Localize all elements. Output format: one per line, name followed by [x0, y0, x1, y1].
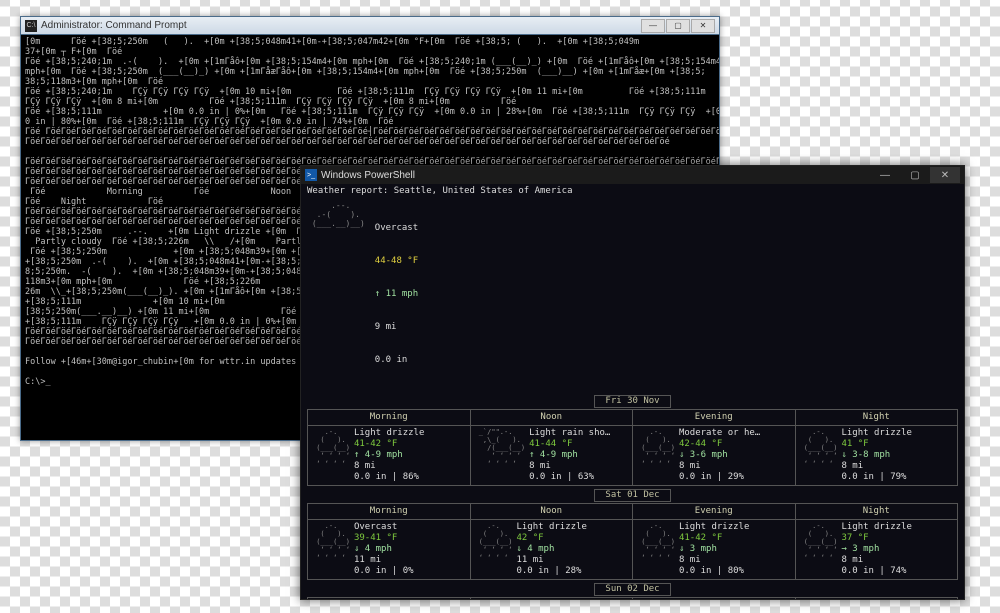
close-button[interactable]: ✕	[930, 167, 960, 183]
maximize-button[interactable]: ▢	[900, 167, 930, 183]
slot-header: Morning	[308, 504, 471, 520]
weather-icon: .-. ( ). (___(__) ‘ ‘ ‘ ‘ ‘ ‘ ‘ ‘	[637, 428, 675, 483]
ps-title-text: Windows PowerShell	[321, 170, 415, 181]
current-visibility: 9 mi	[375, 322, 418, 333]
weather-icon: .-. ( ). (___(__) ‘ ‘ ‘ ‘ ‘ ‘ ‘ ‘	[475, 522, 513, 577]
cloud-icon: .--. .-( ). (___.__)__)	[307, 201, 365, 388]
slot-visibility: 8 mi	[841, 461, 911, 472]
slot-precip: 0.0 in | 28%	[516, 566, 586, 577]
forecast-cell: _`/"".-. ,\_( ). /(___(__) ‘ ‘ ‘ ‘ ‘ ‘ ‘…	[470, 426, 633, 486]
slot-header: Evening	[633, 410, 796, 426]
slot-condition: Moderate or he…	[679, 428, 760, 439]
slot-temp: 39-41 °F	[354, 533, 414, 544]
day-date: Fri 30 Nov	[307, 395, 958, 408]
slot-header: Night	[795, 504, 958, 520]
slot-header: Night	[795, 410, 958, 426]
current-condition: Overcast	[375, 223, 418, 234]
current-precip: 0.0 in	[375, 355, 418, 366]
slot-header: Evening	[633, 598, 796, 600]
weather-icon: .-. ( ). (___(__) ‘ ‘ ‘ ‘ ‘ ‘ ‘ ‘	[800, 522, 838, 577]
slot-precip: 0.0 in | 29%	[679, 472, 760, 483]
slot-condition: Light drizzle	[354, 428, 424, 439]
minimize-button[interactable]: ―	[870, 167, 900, 183]
slot-precip: 0.0 in | 80%	[679, 566, 749, 577]
current-temp: 44-48 °F	[375, 256, 418, 267]
ps-output[interactable]: Weather report: Seattle, United States o…	[301, 184, 964, 599]
slot-visibility: 11 mi	[354, 555, 414, 566]
forecast-table: MorningNoonEveningNight .-. ( ). (___(__…	[307, 597, 958, 599]
powershell-window: >_ Windows PowerShell ― ▢ ✕ Weather repo…	[300, 165, 965, 600]
day-date: Sun 02 Dec	[307, 583, 958, 596]
slot-header: Noon	[470, 410, 633, 426]
day-block: Sat 01 DecMorningNoonEveningNight .-. ( …	[307, 489, 958, 580]
weather-icon: .-. ( ). (___(__) ‘ ‘ ‘ ‘ ‘ ‘ ‘ ‘	[312, 428, 350, 483]
cmd-titlebar[interactable]: C:\ Administrator: Command Prompt ― ▢ ✕	[21, 17, 719, 35]
slot-header: Noon	[470, 598, 633, 600]
slot-wind: ↑ 4-9 mph	[529, 450, 610, 461]
slot-condition: Light drizzle	[679, 522, 749, 533]
forecast-cell: .-. ( ). (___(__) ‘ ‘ ‘ ‘ ‘ ‘ ‘ ‘Light d…	[795, 520, 958, 580]
slot-condition: Light drizzle	[841, 428, 911, 439]
slot-temp: 42-44 °F	[679, 439, 760, 450]
slot-wind: ⇓ 4 mph	[354, 544, 414, 555]
forecast-cell: .-. ( ). (___(__) ‘ ‘ ‘ ‘ ‘ ‘ ‘ ‘ Light d…	[633, 520, 796, 580]
forecast-table: MorningNoonEveningNight .-. ( ). (___(__…	[307, 409, 958, 486]
maximize-button[interactable]: ▢	[666, 19, 690, 33]
slot-condition: Light drizzle	[841, 522, 911, 533]
weather-icon: .-. ( ). (___(__) ‘ ‘ ‘ ‘ ‘ ‘ ‘ ‘	[800, 428, 838, 483]
slot-visibility: 8 mi	[529, 461, 610, 472]
slot-precip: 0.0 in | 63%	[529, 472, 610, 483]
slot-temp: 41-42 °F	[679, 533, 749, 544]
ps-titlebar[interactable]: >_ Windows PowerShell ― ▢ ✕	[301, 166, 964, 184]
slot-wind: ↑ 4-9 mph	[354, 450, 424, 461]
slot-visibility: 8 mi	[679, 461, 760, 472]
slot-temp: 37 °F	[841, 533, 911, 544]
forecast-cell: .-. ( ). (___(__) ‘ ‘ ‘ ‘ ‘ ‘ ‘ ‘Light d…	[470, 520, 633, 580]
slot-temp: 41-44 °F	[529, 439, 610, 450]
slot-temp: 42 °F	[516, 533, 586, 544]
slot-wind: ⇓ 4 mph	[516, 544, 586, 555]
slot-precip: 0.0 in | 74%	[841, 566, 911, 577]
slot-wind: ⇓ 3-8 mph	[841, 450, 911, 461]
day-block: Fri 30 NovMorningNoonEveningNight .-. ( …	[307, 395, 958, 486]
slot-header: Noon	[470, 504, 633, 520]
slot-visibility: 8 mi	[354, 461, 424, 472]
slot-precip: 0.0 in | 79%	[841, 472, 911, 483]
slot-condition: Overcast	[354, 522, 414, 533]
slot-wind: ⇓ 3-6 mph	[679, 450, 760, 461]
day-date: Sat 01 Dec	[307, 489, 958, 502]
slot-wind: → 3 mph	[841, 544, 911, 555]
forecast-cell: .-. ( ). (___(__) ‘ ‘ ‘ ‘ ‘ ‘ ‘ ‘ Light d…	[308, 426, 471, 486]
weather-heading: Weather report: Seattle, United States o…	[307, 186, 958, 197]
cmd-icon: C:\	[25, 20, 37, 32]
current-conditions: .--. .-( ). (___.__)__) Overcast 44-48 °…	[307, 201, 958, 388]
slot-header: Evening	[633, 504, 796, 520]
forecast-table: MorningNoonEveningNight .-. ( ). (___(__…	[307, 503, 958, 580]
slot-precip: 0.0 in | 86%	[354, 472, 424, 483]
slot-header: Night	[795, 598, 958, 600]
weather-icon: _`/"".-. ,\_( ). /(___(__) ‘ ‘ ‘ ‘ ‘ ‘ ‘…	[475, 428, 526, 483]
cmd-title-text: Administrator: Command Prompt	[41, 20, 187, 31]
close-button[interactable]: ✕	[691, 19, 715, 33]
powershell-icon: >_	[305, 169, 317, 181]
slot-visibility: 8 mi	[679, 555, 749, 566]
forecast-cell: .-. ( ). (___(__) ‘ ‘ ‘ ‘ ‘ ‘ ‘ ‘ Moderat…	[633, 426, 796, 486]
day-block: Sun 02 DecMorningNoonEveningNight .-. ( …	[307, 583, 958, 599]
current-wind: ↑ 11 mph	[375, 289, 418, 300]
minimize-button[interactable]: ―	[641, 19, 665, 33]
forecast-cell: .-. ( ). (___(__) ‘ ‘ ‘ ‘ ‘ ‘ ‘ ‘ Overcas…	[308, 520, 471, 580]
slot-wind: ⇓ 3 mph	[679, 544, 749, 555]
slot-precip: 0.0 in | 0%	[354, 566, 414, 577]
slot-temp: 41-42 °F	[354, 439, 424, 450]
slot-condition: Light rain sho…	[529, 428, 610, 439]
slot-header: Morning	[308, 598, 471, 600]
weather-icon: .-. ( ). (___(__) ‘ ‘ ‘ ‘ ‘ ‘ ‘ ‘	[312, 522, 350, 577]
forecast-cell: .-. ( ). (___(__) ‘ ‘ ‘ ‘ ‘ ‘ ‘ ‘Light d…	[795, 426, 958, 486]
slot-visibility: 8 mi	[841, 555, 911, 566]
slot-temp: 41 °F	[841, 439, 911, 450]
slot-condition: Light drizzle	[516, 522, 586, 533]
slot-visibility: 11 mi	[516, 555, 586, 566]
slot-header: Morning	[308, 410, 471, 426]
weather-icon: .-. ( ). (___(__) ‘ ‘ ‘ ‘ ‘ ‘ ‘ ‘	[637, 522, 675, 577]
